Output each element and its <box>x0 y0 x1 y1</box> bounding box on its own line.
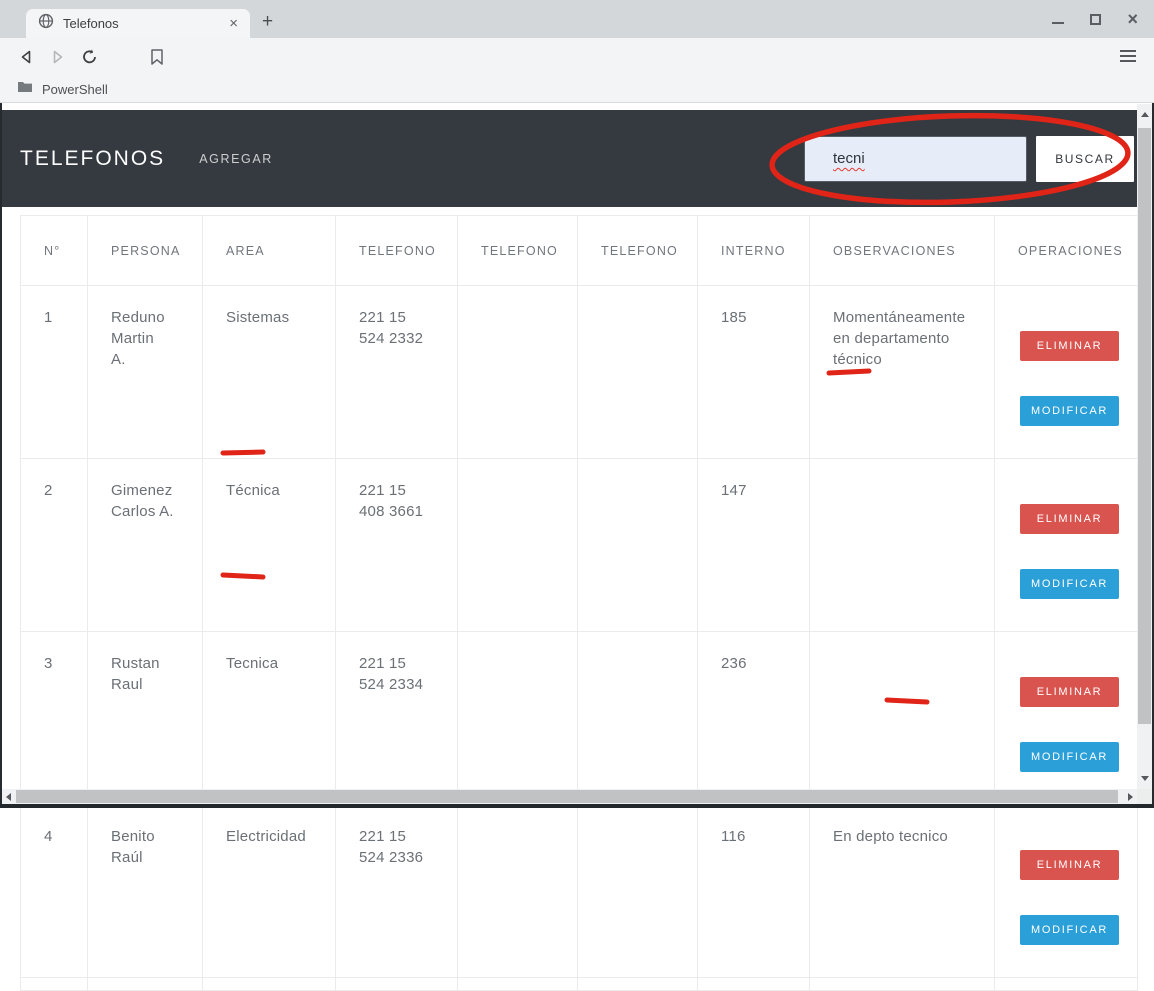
cell-telefono-3 <box>578 459 698 632</box>
table-row: 3 Rustan Raul Tecnica 221 15 524 2334 23… <box>21 632 1138 805</box>
browser-tab[interactable]: Telefonos × <box>26 9 250 38</box>
app-brand[interactable]: TELEFONOS <box>20 147 165 171</box>
col-header-telefono-1: TELEFONO <box>336 216 458 286</box>
cell-telefono-2 <box>458 459 578 632</box>
vertical-scrollbar-thumb[interactable] <box>1138 128 1151 724</box>
bookmark-icon[interactable] <box>145 45 169 69</box>
cell-area: Electricidad <box>203 805 336 978</box>
modificar-button[interactable]: MODIFICAR <box>1020 915 1119 945</box>
modificar-button[interactable]: MODIFICAR <box>1020 396 1119 426</box>
cell-persona: Gimenez Carlos A. <box>88 459 203 632</box>
cell-interno: 147 <box>698 459 810 632</box>
app-navbar: TELEFONOS AGREGAR tecni BUSCAR <box>2 110 1152 207</box>
scroll-left-icon[interactable] <box>6 793 11 801</box>
horizontal-scrollbar-thumb[interactable] <box>16 790 1118 803</box>
cell-n: 1 <box>21 286 88 459</box>
cell-n: 3 <box>21 632 88 805</box>
cell-telefono-3 <box>578 286 698 459</box>
cell-n: 4 <box>21 805 88 978</box>
window-minimize-button[interactable] <box>1052 22 1064 24</box>
table-header-row: N° PERSONA AREA TELEFONO TELEFONO TELEFO… <box>21 216 1138 286</box>
cell-telefono-3 <box>578 805 698 978</box>
cell-persona: Benito Raúl <box>88 805 203 978</box>
bookmark-item-powershell[interactable]: PowerShell <box>42 82 108 97</box>
table-row: 2 Gimenez Carlos A. Técnica 221 15 408 3… <box>21 459 1138 632</box>
col-header-area: AREA <box>203 216 336 286</box>
vertical-scrollbar[interactable] <box>1137 104 1152 789</box>
modificar-button[interactable]: MODIFICAR <box>1020 742 1119 772</box>
window-bottom-edge <box>0 804 1154 808</box>
cell-telefono-1: 221 15 408 3661 <box>336 459 458 632</box>
cell-telefono-2 <box>458 632 578 805</box>
col-header-persona: PERSONA <box>88 216 203 286</box>
cell-telefono-2 <box>458 805 578 978</box>
cell-interno: 116 <box>698 805 810 978</box>
col-header-interno: INTERNO <box>698 216 810 286</box>
reload-icon[interactable] <box>78 45 102 69</box>
cell-interno: 236 <box>698 632 810 805</box>
eliminar-button[interactable]: ELIMINAR <box>1020 504 1119 534</box>
cell-operaciones: ELIMINAR MODIFICAR <box>995 459 1138 632</box>
forward-icon[interactable] <box>46 45 70 69</box>
col-header-telefono-2: TELEFONO <box>458 216 578 286</box>
table-row-partial <box>21 978 1138 991</box>
cell-telefono-1: 221 15 524 2332 <box>336 286 458 459</box>
browser-tab-strip: Telefonos × + × <box>0 0 1154 38</box>
cell-persona: Rustan Raul <box>88 632 203 805</box>
buscar-button[interactable]: BUSCAR <box>1036 136 1134 182</box>
col-header-telefono-3: TELEFONO <box>578 216 698 286</box>
col-header-operaciones: OPERACIONES <box>995 216 1138 286</box>
folder-icon <box>17 80 33 98</box>
window-close-button[interactable]: × <box>1127 12 1138 26</box>
globe-icon <box>38 13 54 34</box>
new-tab-button[interactable]: + <box>262 12 273 32</box>
cell-area: Técnica <box>203 459 336 632</box>
cell-telefono-2 <box>458 286 578 459</box>
browser-toolbar: ! localhost :3000/find <box>0 38 1154 76</box>
cell-observaciones: En depto tecnico <box>810 805 995 978</box>
cell-operaciones: ELIMINAR MODIFICAR <box>995 286 1138 459</box>
scroll-down-icon[interactable] <box>1141 776 1149 781</box>
cell-n: 2 <box>21 459 88 632</box>
horizontal-scrollbar[interactable] <box>2 789 1137 804</box>
eliminar-button[interactable]: ELIMINAR <box>1020 331 1119 361</box>
cell-observaciones <box>810 632 995 805</box>
cell-telefono-1: 221 15 524 2336 <box>336 805 458 978</box>
cell-area: Tecnica <box>203 632 336 805</box>
cell-telefono-3 <box>578 632 698 805</box>
cell-observaciones <box>810 459 995 632</box>
eliminar-button[interactable]: ELIMINAR <box>1020 850 1119 880</box>
col-header-n: N° <box>21 216 88 286</box>
scrollbar-corner <box>1137 789 1152 804</box>
eliminar-button[interactable]: ELIMINAR <box>1020 677 1119 707</box>
bookmarks-bar: PowerShell <box>0 76 1154 103</box>
table-row: 1 Reduno Martin A. Sistemas 221 15 524 2… <box>21 286 1138 459</box>
nav-link-agregar[interactable]: AGREGAR <box>199 152 273 166</box>
window-maximize-button[interactable] <box>1090 14 1101 25</box>
tab-title: Telefonos <box>63 16 225 31</box>
menu-icon[interactable] <box>1120 50 1136 62</box>
cell-operaciones: ELIMINAR MODIFICAR <box>995 805 1138 978</box>
cell-observaciones: Momentáneamente en departamento técnico <box>810 286 995 459</box>
cell-operaciones: ELIMINAR MODIFICAR <box>995 632 1138 805</box>
cell-interno: 185 <box>698 286 810 459</box>
scroll-right-icon[interactable] <box>1128 793 1133 801</box>
table-row: 4 Benito Raúl Electricidad 221 15 524 23… <box>21 805 1138 978</box>
search-input[interactable]: tecni <box>804 136 1027 182</box>
search-input-value: tecni <box>833 150 865 167</box>
cell-telefono-1: 221 15 524 2334 <box>336 632 458 805</box>
modificar-button[interactable]: MODIFICAR <box>1020 569 1119 599</box>
scroll-up-icon[interactable] <box>1141 112 1149 117</box>
tab-close-icon[interactable]: × <box>225 15 242 32</box>
cell-persona: Reduno Martin A. <box>88 286 203 459</box>
cell-area: Sistemas <box>203 286 336 459</box>
col-header-observaciones: OBSERVACIONES <box>810 216 995 286</box>
back-icon[interactable] <box>14 45 38 69</box>
page-content: TELEFONOS AGREGAR tecni BUSCAR N° PERSON… <box>0 103 1154 808</box>
phones-table: N° PERSONA AREA TELEFONO TELEFONO TELEFO… <box>20 215 1138 991</box>
